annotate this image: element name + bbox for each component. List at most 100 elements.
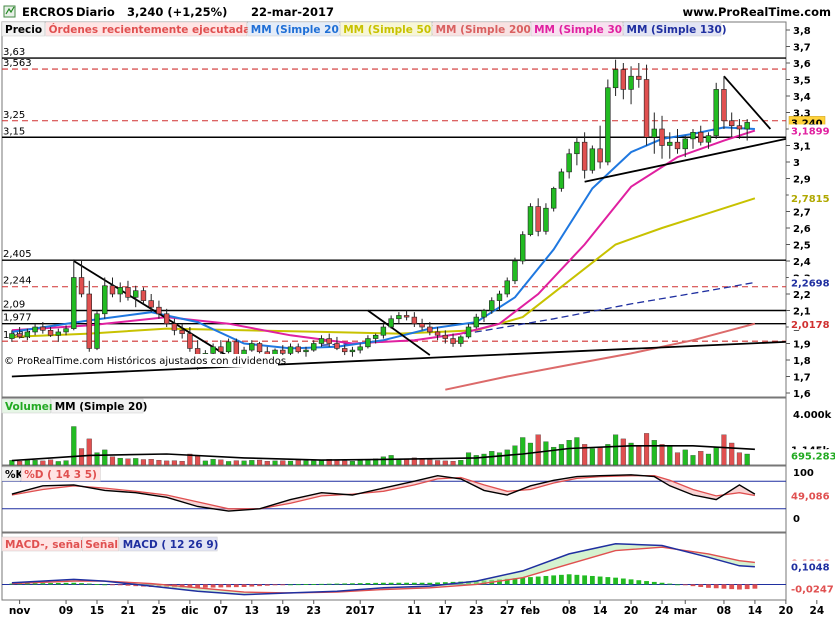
macd-histogram-bar[interactable] — [543, 575, 549, 585]
macd-histogram-bar[interactable] — [744, 584, 750, 590]
candle-body[interactable] — [705, 135, 712, 143]
macd-histogram-bar[interactable] — [675, 584, 680, 586]
volume-bar[interactable] — [458, 460, 464, 466]
volume-bar[interactable] — [17, 460, 23, 466]
volume-bar[interactable] — [721, 434, 727, 466]
macd-histogram-bar[interactable] — [404, 582, 410, 585]
volume-bar[interactable] — [558, 444, 564, 466]
candle-body[interactable] — [403, 315, 410, 318]
price-legend-1[interactable]: Órdenes recientemente ejecutadas — [49, 23, 257, 36]
macd-histogram-bar[interactable] — [110, 584, 115, 586]
candle-body[interactable] — [659, 128, 665, 146]
volume-bar[interactable] — [349, 460, 355, 466]
volume-bar[interactable] — [473, 455, 479, 466]
candle-body[interactable] — [55, 331, 62, 336]
candle-body[interactable] — [341, 348, 348, 353]
macd-histogram-bar[interactable] — [249, 584, 255, 587]
candle-body[interactable] — [597, 148, 603, 163]
volume-bar[interactable] — [744, 453, 750, 466]
candle-body[interactable] — [16, 333, 23, 338]
volume-bar[interactable] — [481, 453, 487, 466]
volume-bar[interactable] — [40, 460, 46, 466]
volume-bar[interactable] — [63, 460, 69, 466]
volume-bar[interactable] — [272, 460, 278, 466]
macd-histogram-bar[interactable] — [288, 584, 293, 586]
macd-histogram-bar[interactable] — [427, 582, 433, 585]
macd-histogram-bar[interactable] — [713, 584, 719, 589]
candle-body[interactable] — [643, 79, 650, 138]
macd-histogram-bar[interactable] — [295, 584, 301, 586]
candle-body[interactable] — [589, 148, 596, 171]
macd-histogram-bar[interactable] — [334, 583, 340, 585]
volume-bar[interactable] — [613, 434, 619, 466]
macd-histogram-bar[interactable] — [411, 582, 417, 585]
volume-bar[interactable] — [419, 458, 425, 466]
macd-histogram-bar[interactable] — [40, 583, 46, 585]
volume-legend-0[interactable]: Volumen — [5, 401, 56, 413]
candle-body[interactable] — [86, 293, 92, 349]
volume-bar[interactable] — [287, 460, 294, 466]
macd-histogram-bar[interactable] — [690, 584, 696, 587]
volume-bar[interactable] — [574, 437, 580, 466]
candle-body[interactable] — [535, 206, 541, 232]
candle-body[interactable] — [318, 338, 325, 344]
price-legend-2[interactable]: MM (Simple 20) — [251, 24, 344, 36]
volume-bar[interactable] — [520, 437, 526, 466]
volume-bar[interactable] — [179, 460, 185, 466]
volume-bar[interactable] — [620, 438, 626, 466]
volume-bar[interactable] — [32, 460, 38, 466]
candle-body[interactable] — [163, 313, 170, 324]
volume-bar[interactable] — [435, 460, 441, 466]
candle-body[interactable] — [156, 306, 162, 315]
macd-legend-1[interactable]: Señal — [85, 539, 118, 551]
macd-histogram-bar[interactable] — [125, 584, 131, 586]
candle-body[interactable] — [465, 326, 472, 338]
candle-body[interactable] — [713, 89, 719, 136]
volume-bar[interactable] — [535, 434, 541, 466]
volume-bar[interactable] — [257, 459, 263, 466]
candle-body[interactable] — [744, 122, 750, 130]
macd-histogram-bar[interactable] — [396, 582, 402, 585]
candle-body[interactable] — [690, 132, 696, 140]
candle-body[interactable] — [721, 89, 727, 122]
candle-body[interactable] — [287, 346, 294, 354]
volume-bar[interactable] — [171, 460, 177, 466]
macd-histogram-bar[interactable] — [342, 583, 348, 585]
volume-bar[interactable] — [233, 460, 239, 466]
candle-body[interactable] — [109, 285, 116, 295]
macd-histogram-bar[interactable] — [63, 582, 69, 585]
candle-body[interactable] — [388, 318, 394, 328]
candle-body[interactable] — [605, 87, 611, 163]
macd-histogram-bar[interactable] — [350, 583, 355, 585]
candle-body[interactable] — [736, 125, 743, 130]
macd-histogram-bar[interactable] — [574, 574, 580, 585]
candle-body[interactable] — [628, 75, 634, 90]
volume-bar[interactable] — [55, 461, 61, 466]
price-legend-5[interactable]: MM (Simple 30) — [534, 24, 627, 36]
candle-body[interactable] — [71, 277, 77, 329]
volume-bar[interactable] — [48, 459, 54, 466]
candle-body[interactable] — [543, 207, 549, 232]
volume-bar[interactable] — [698, 451, 704, 466]
candle-body[interactable] — [698, 132, 704, 143]
candle-body[interactable] — [442, 334, 449, 339]
macd-histogram-bar[interactable] — [319, 583, 324, 585]
macd-histogram-bar[interactable] — [419, 582, 425, 585]
macd-histogram-bar[interactable] — [582, 575, 588, 585]
candle-body[interactable] — [179, 329, 185, 334]
macd-histogram-bar[interactable] — [613, 577, 618, 585]
candle-body[interactable] — [473, 316, 479, 328]
candle-body[interactable] — [249, 343, 255, 351]
macd-histogram-bar[interactable] — [698, 584, 704, 587]
header-symbol[interactable]: ERCROS — [22, 5, 74, 19]
candle-body[interactable] — [636, 75, 642, 80]
macd-histogram-bar[interactable] — [94, 584, 100, 585]
volume-bar[interactable] — [404, 459, 410, 466]
candle-body[interactable] — [520, 234, 526, 262]
volume-bar[interactable] — [148, 459, 154, 466]
candle-body[interactable] — [728, 120, 735, 126]
macd-legend-2[interactable]: MACD ( 12 26 9) — [123, 539, 219, 551]
macd-histogram-bar[interactable] — [210, 584, 216, 588]
candle-body[interactable] — [651, 128, 657, 138]
volume-bar[interactable] — [202, 460, 208, 466]
